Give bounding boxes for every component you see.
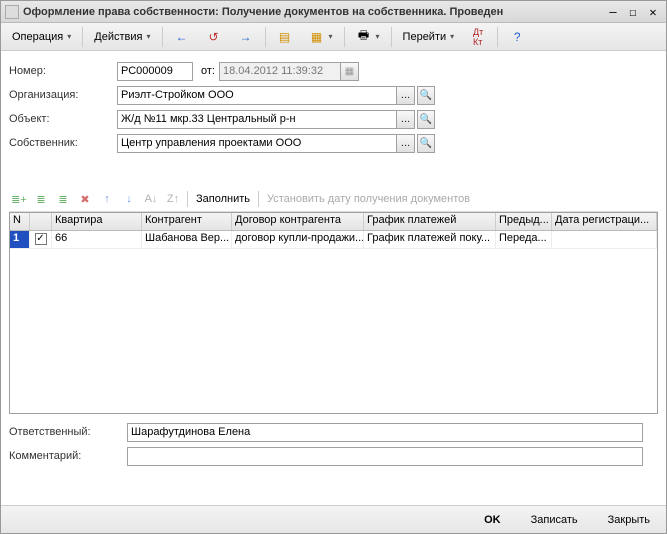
- dtkt-icon: ДтКт: [470, 29, 486, 45]
- help-icon: ?: [509, 29, 525, 45]
- cell-check[interactable]: ✓: [30, 231, 52, 248]
- window-icon: [5, 5, 19, 19]
- grid-header: N Квартира Контрагент Договор контрагент…: [10, 213, 657, 231]
- grid-toolbar: ≣+ ≣ ≣ ✖ ↑ ↓ A↓ Z↑ Заполнить Установить …: [9, 187, 658, 212]
- col-check[interactable]: [30, 213, 52, 230]
- col-contract[interactable]: Договор контрагента: [232, 213, 364, 230]
- insert-row-button[interactable]: ≣: [31, 189, 51, 209]
- ok-button[interactable]: OK: [474, 511, 511, 529]
- comment-label: Комментарий:: [9, 450, 127, 462]
- printer-icon: 🖶: [356, 29, 372, 45]
- separator: [497, 27, 498, 47]
- sort-asc-button[interactable]: A↓: [141, 189, 161, 209]
- object-search-button[interactable]: 🔍: [417, 110, 435, 129]
- separator: [265, 27, 266, 47]
- org-select-button[interactable]: …: [397, 86, 415, 105]
- window-title: Оформление права собственности: Получени…: [23, 6, 602, 18]
- cell-prev[interactable]: Переда...: [496, 231, 552, 248]
- col-schedule[interactable]: График платежей: [364, 213, 496, 230]
- separator: [391, 27, 392, 47]
- delete-row-button[interactable]: ✖: [75, 189, 95, 209]
- search-icon: 🔍: [420, 138, 432, 149]
- col-n[interactable]: N: [10, 213, 30, 230]
- bottom-form: Ответственный: Комментарий:: [9, 422, 658, 466]
- sort-desc-button[interactable]: Z↑: [163, 189, 183, 209]
- owner-label: Собственник:: [9, 137, 117, 149]
- nav-back-button[interactable]: ←: [167, 26, 197, 48]
- calendar-button[interactable]: ▦: [341, 62, 359, 81]
- post-icon: ▦: [309, 29, 325, 45]
- main-toolbar: Операция Действия ← ↺ → ▤ ▦ 🖶 Перейти Дт…: [1, 23, 666, 51]
- owner-select-button[interactable]: …: [397, 134, 415, 153]
- ellipsis-icon: …: [401, 114, 411, 125]
- col-prev[interactable]: Предыд...: [496, 213, 552, 230]
- add-row-button[interactable]: ≣+: [9, 189, 29, 209]
- col-flat[interactable]: Квартира: [52, 213, 142, 230]
- owner-search-button[interactable]: 🔍: [417, 134, 435, 153]
- col-counterparty[interactable]: Контрагент: [142, 213, 232, 230]
- separator: [187, 191, 188, 207]
- close-button[interactable]: ✕: [644, 4, 662, 19]
- responsible-label: Ответственный:: [9, 426, 127, 438]
- undo-post-icon: ↺: [206, 29, 222, 45]
- separator: [82, 27, 83, 47]
- from-label: от:: [201, 65, 215, 77]
- arrow-left-icon: ←: [174, 29, 190, 45]
- responsible-input[interactable]: [127, 423, 643, 442]
- arrow-right-icon: →: [238, 29, 254, 45]
- separator: [258, 191, 259, 207]
- ellipsis-icon: …: [401, 90, 411, 101]
- button-bar: OK Записать Закрыть: [1, 505, 666, 533]
- checkbox-icon[interactable]: ✓: [35, 233, 47, 245]
- object-label: Объект:: [9, 113, 117, 125]
- search-icon: 🔍: [420, 90, 432, 101]
- number-label: Номер:: [9, 65, 117, 77]
- structure-icon: ▤: [277, 29, 293, 45]
- cell-contract[interactable]: договор купли-продажи...: [232, 231, 364, 248]
- owner-input[interactable]: [117, 134, 397, 153]
- search-icon: 🔍: [420, 114, 432, 125]
- print-button[interactable]: 🖶: [349, 26, 387, 48]
- set-date-button: Установить дату получения документов: [263, 193, 474, 205]
- number-input[interactable]: [117, 62, 193, 81]
- move-down-button[interactable]: ↓: [119, 189, 139, 209]
- titlebar: Оформление права собственности: Получени…: [1, 1, 666, 23]
- help-button[interactable]: ?: [502, 26, 532, 48]
- data-grid[interactable]: N Квартира Контрагент Договор контрагент…: [9, 212, 658, 414]
- maximize-button[interactable]: ☐: [624, 4, 642, 19]
- goto-menu[interactable]: Перейти: [396, 28, 462, 46]
- save-button[interactable]: Записать: [521, 511, 588, 529]
- cell-regdate[interactable]: [552, 231, 657, 248]
- close-form-button[interactable]: Закрыть: [598, 511, 660, 529]
- cell-flat[interactable]: 66: [52, 231, 142, 248]
- calendar-icon: ▦: [345, 66, 354, 77]
- move-up-button[interactable]: ↑: [97, 189, 117, 209]
- fill-button[interactable]: Заполнить: [192, 193, 254, 205]
- operation-menu[interactable]: Операция: [5, 28, 78, 46]
- actions-menu[interactable]: Действия: [87, 28, 157, 46]
- copy-row-button[interactable]: ≣: [53, 189, 73, 209]
- org-search-button[interactable]: 🔍: [417, 86, 435, 105]
- dtkt-button[interactable]: ДтКт: [463, 26, 493, 48]
- comment-input[interactable]: [127, 447, 643, 466]
- post-button[interactable]: ▦: [302, 26, 340, 48]
- separator: [162, 27, 163, 47]
- object-select-button[interactable]: …: [397, 110, 415, 129]
- undo-post-button[interactable]: ↺: [199, 26, 229, 48]
- col-regdate[interactable]: Дата регистраци...: [552, 213, 657, 230]
- org-label: Организация:: [9, 89, 117, 101]
- minimize-button[interactable]: —: [604, 4, 622, 19]
- cell-n[interactable]: 1: [10, 231, 30, 248]
- cell-counterparty[interactable]: Шабанова Вер...: [142, 231, 232, 248]
- cell-schedule[interactable]: График платежей поку...: [364, 231, 496, 248]
- form-content: Номер: от: ▦ Организация: … 🔍 Объект: … …: [1, 51, 666, 474]
- ellipsis-icon: …: [401, 138, 411, 149]
- object-input[interactable]: [117, 110, 397, 129]
- structure-button[interactable]: ▤: [270, 26, 300, 48]
- nav-forward-button[interactable]: →: [231, 26, 261, 48]
- separator: [344, 27, 345, 47]
- date-input[interactable]: [219, 62, 341, 81]
- table-row[interactable]: 1 ✓ 66 Шабанова Вер... договор купли-про…: [10, 231, 657, 249]
- org-input[interactable]: [117, 86, 397, 105]
